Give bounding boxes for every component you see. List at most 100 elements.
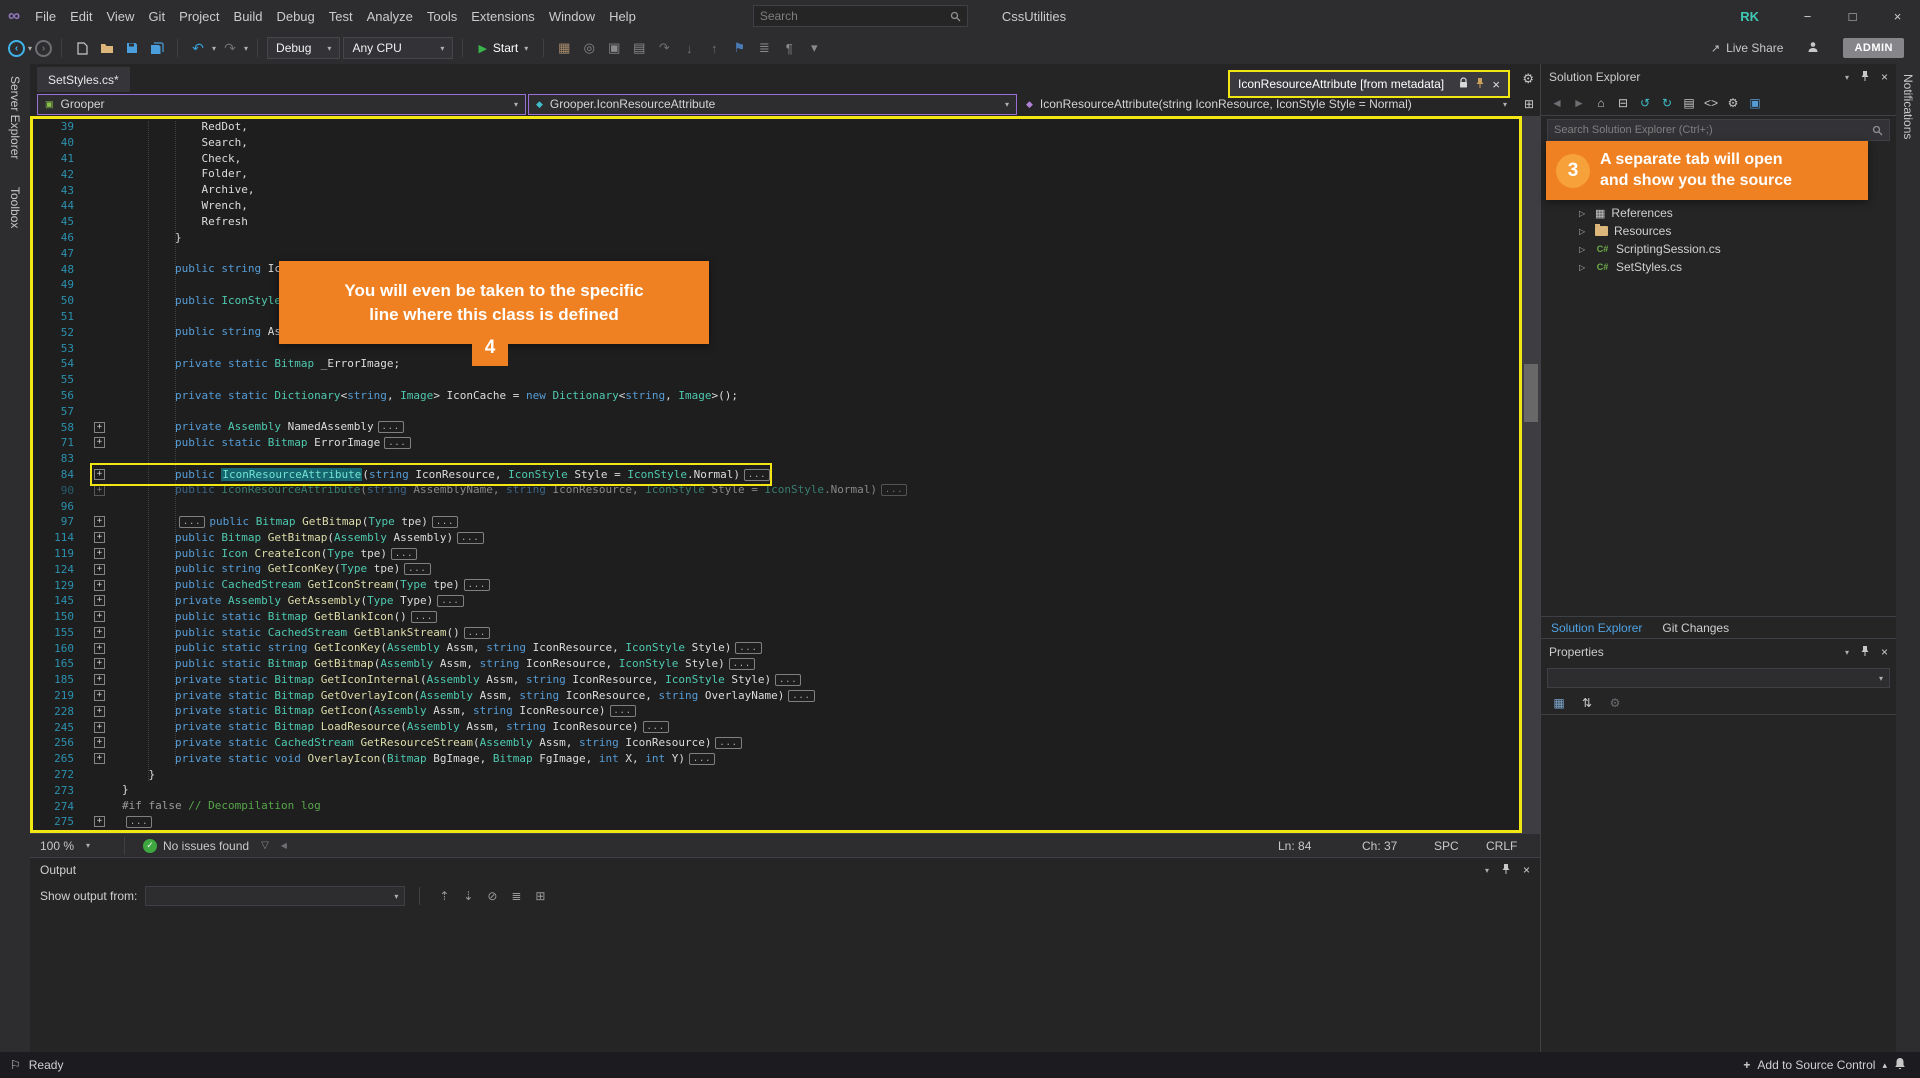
gear-icon[interactable]: ⚙ [1522, 71, 1534, 87]
project-dropdown[interactable]: ▣ Grooper ▾ [37, 94, 526, 115]
code-line-39[interactable]: 39 RedDot, [33, 119, 1519, 135]
collapsed-region-badge[interactable]: ... [411, 611, 437, 623]
collapsed-region-badge[interactable]: ... [788, 690, 814, 702]
pin-icon[interactable] [1475, 77, 1485, 92]
code-line-265[interactable]: 265+ private static void OverlayIcon(Bit… [33, 751, 1519, 767]
collapse-all-icon[interactable]: ⊟ [1613, 93, 1633, 113]
code-line-45[interactable]: 45 Refresh [33, 214, 1519, 230]
navigate-forward-icon[interactable]: › [35, 40, 52, 57]
close-tab-icon[interactable]: × [1492, 77, 1500, 92]
sidebar-tab-toolbox[interactable]: Toolbox [8, 187, 22, 228]
code-line-48[interactable]: 48 public string IconResource [33, 261, 1519, 277]
fold-toggle-icon[interactable]: + [94, 753, 105, 764]
fold-toggle-icon[interactable]: + [94, 627, 105, 638]
code-pane[interactable]: 39 RedDot,40 Search,41 Check,42 Folder,4… [30, 116, 1522, 833]
fold-toggle-icon[interactable]: + [94, 532, 105, 543]
code-line-43[interactable]: 43 Archive, [33, 182, 1519, 198]
pin-icon[interactable] [1501, 863, 1511, 878]
code-line-54[interactable]: 54 private static Bitmap _ErrorImage; [33, 356, 1519, 372]
collapsed-region-badge[interactable]: ... [391, 548, 417, 560]
tree-item-scriptingsession-cs[interactable]: ▷C#ScriptingSession.cs [1541, 240, 1896, 258]
code-line-71[interactable]: 71+ public static Bitmap ErrorImage... [33, 435, 1519, 451]
code-line-219[interactable]: 219+ private static Bitmap GetOverlayIco… [33, 688, 1519, 704]
menu-tools[interactable]: Tools [420, 0, 464, 32]
collapsed-region-badge[interactable]: ... [464, 579, 490, 591]
minimize-button[interactable]: − [1785, 0, 1830, 32]
tab-iconresourceattribute-metadata[interactable]: IconResourceAttribute [from metadata] × [1228, 70, 1510, 98]
fold-toggle-icon[interactable]: + [94, 469, 105, 480]
undo-icon[interactable]: ↶ [187, 37, 209, 59]
code-line-185[interactable]: 185+ private static Bitmap GetIconIntern… [33, 672, 1519, 688]
sync-with-active-document-icon[interactable]: ↺ [1635, 93, 1655, 113]
refresh-icon[interactable]: ↻ [1657, 93, 1677, 113]
code-line-83[interactable]: 83 [33, 451, 1519, 467]
clear-all-icon[interactable]: ⊘ [482, 886, 502, 906]
collapsed-region-badge[interactable]: ... [404, 563, 430, 575]
alphabetical-icon[interactable]: ⇅ [1577, 693, 1597, 713]
code-line-155[interactable]: 155+ public static CachedStream GetBlank… [33, 625, 1519, 641]
code-line-84[interactable]: 84+ public IconResourceAttribute(string … [33, 467, 1519, 483]
menu-build[interactable]: Build [227, 0, 270, 32]
categorized-icon[interactable]: ▦ [1549, 693, 1569, 713]
menu-help[interactable]: Help [602, 0, 643, 32]
expander-icon[interactable]: ▷ [1579, 245, 1589, 254]
collapsed-region-badge[interactable]: ... [432, 516, 458, 528]
fold-toggle-icon[interactable]: + [94, 643, 105, 654]
collapsed-region-badge[interactable]: ... [715, 737, 741, 749]
close-panel-icon[interactable]: × [1523, 863, 1530, 877]
step-out-icon[interactable]: ↑ [703, 37, 725, 59]
live-share-button[interactable]: ↗ Live Share [1711, 41, 1784, 55]
collapsed-region-badge[interactable]: ... [464, 627, 490, 639]
window-position-chevron-icon[interactable]: ▾ [1845, 648, 1849, 657]
code-line-97[interactable]: 97+ ...public Bitmap GetBitmap(Type tpe)… [33, 514, 1519, 530]
output-body[interactable] [30, 910, 1540, 1052]
line-ending-indicator[interactable]: CRLF [1486, 839, 1530, 853]
collapsed-region-badge[interactable]: ... [744, 469, 770, 481]
solution-search-input[interactable] [1554, 124, 1872, 136]
maximize-button[interactable]: □ [1830, 0, 1875, 32]
save-icon[interactable] [121, 37, 143, 59]
fold-toggle-icon[interactable]: + [94, 437, 105, 448]
menu-extensions[interactable]: Extensions [464, 0, 542, 32]
editor-scrollbar[interactable] [1522, 116, 1540, 833]
pin-icon[interactable] [1860, 70, 1870, 85]
document-outline-icon[interactable]: ▤ [628, 37, 650, 59]
document-health-indicator[interactable]: ✓ No issues found [143, 839, 249, 853]
filter-issues-icon[interactable]: ▽ [261, 840, 269, 851]
code-line-124[interactable]: 124+ public string GetIconKey(Type tpe).… [33, 561, 1519, 577]
sidebar-tab-server-explorer[interactable]: Server Explorer [8, 76, 22, 159]
code-line-90[interactable]: 90+ public IconResourceAttribute(string … [33, 482, 1519, 498]
properties-grid[interactable] [1541, 715, 1896, 1052]
solution-configuration-dropdown[interactable]: Debug▾ [267, 37, 340, 59]
redo-history-chevron-icon[interactable]: ▾ [244, 44, 248, 53]
user-avatar[interactable]: RK [1740, 9, 1759, 24]
global-search-box[interactable] [753, 5, 968, 27]
step-over-icon[interactable]: ↷ [653, 37, 675, 59]
view-code-icon[interactable]: <> [1701, 93, 1721, 113]
code-line-40[interactable]: 40 Search, [33, 135, 1519, 151]
undo-history-chevron-icon[interactable]: ▾ [212, 44, 216, 53]
type-dropdown[interactable]: ◆ Grooper.IconResourceAttribute ▾ [528, 94, 1017, 115]
tree-item-resources[interactable]: ▷Resources [1541, 222, 1896, 240]
solution-windows-icon[interactable]: ▣ [603, 37, 625, 59]
collapsed-region-badge[interactable]: ... [378, 421, 404, 433]
cursor-column-indicator[interactable]: Ch: 37 [1362, 839, 1434, 853]
code-line-55[interactable]: 55 [33, 372, 1519, 388]
code-line-160[interactable]: 160+ public static string GetIconKey(Ass… [33, 640, 1519, 656]
collapsed-region-badge[interactable]: ... [775, 674, 801, 686]
next-message-icon[interactable]: ⇣ [458, 886, 478, 906]
start-debugging-button[interactable]: ▶ Start ▾ [472, 37, 534, 59]
scrollbar-thumb[interactable] [1524, 364, 1538, 422]
code-line-228[interactable]: 228+ private static Bitmap GetIcon(Assem… [33, 703, 1519, 719]
menu-analyze[interactable]: Analyze [360, 0, 420, 32]
properties-object-dropdown[interactable]: ▾ [1547, 668, 1890, 688]
redo-icon[interactable]: ↷ [219, 37, 241, 59]
toggle-autoscroll-icon[interactable]: ⊞ [530, 886, 550, 906]
fold-toggle-icon[interactable]: + [94, 737, 105, 748]
close-panel-icon[interactable]: × [1881, 645, 1888, 659]
code-line-272[interactable]: 272 } [33, 767, 1519, 783]
bookmark-icon[interactable]: ⚑ [728, 37, 750, 59]
previous-issue-icon[interactable]: ◀ [281, 841, 287, 850]
collapsed-region-badge[interactable]: ... [179, 516, 205, 528]
expander-icon[interactable]: ▷ [1579, 263, 1589, 272]
